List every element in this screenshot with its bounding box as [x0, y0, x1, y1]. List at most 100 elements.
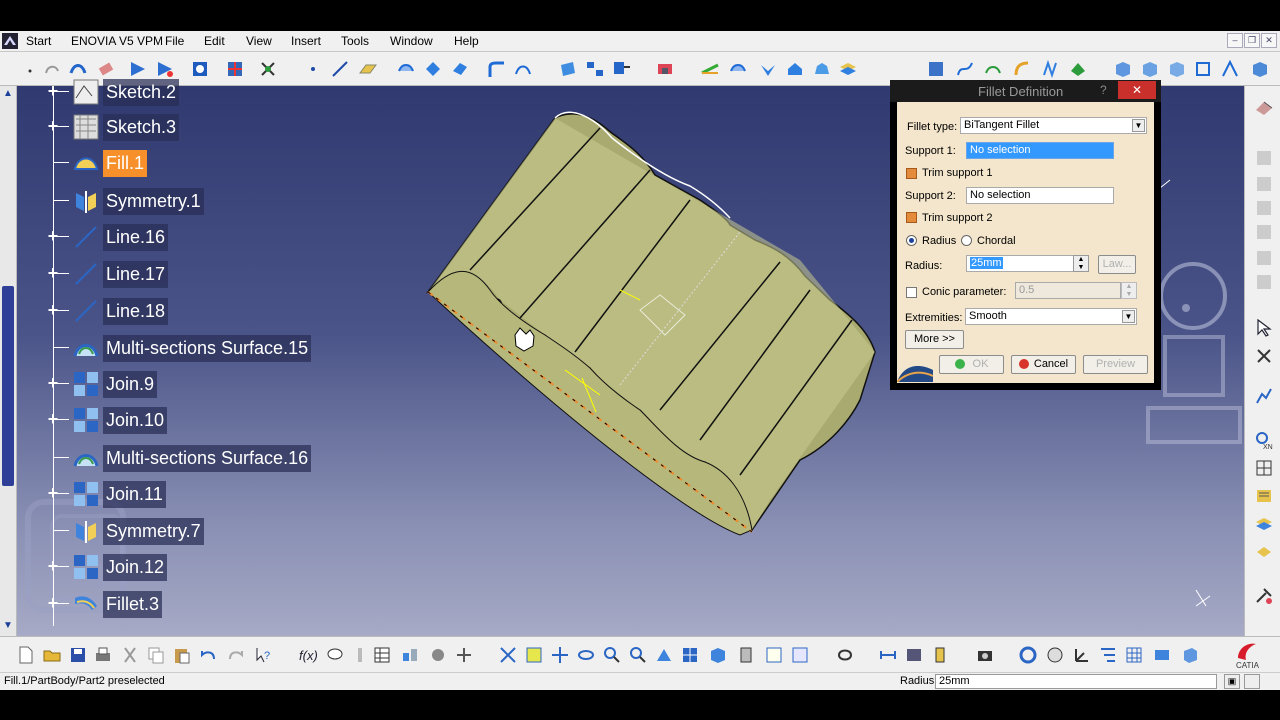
tree-item[interactable]: Multi-sections Surface.15 — [0, 334, 340, 362]
paste-icon[interactable] — [172, 645, 192, 665]
tree-item-label[interactable]: Symmetry.7 — [103, 518, 204, 545]
measure-between-icon[interactable] — [878, 645, 898, 665]
close-window-icon[interactable]: ✕ — [1261, 33, 1277, 48]
preview-button[interactable]: Preview — [1083, 355, 1148, 374]
pan-axis-icon[interactable] — [498, 645, 518, 665]
tree-item-label[interactable]: Line.18 — [103, 298, 169, 325]
sketcher-icon[interactable] — [190, 59, 210, 79]
corner-icon[interactable] — [513, 59, 533, 79]
part-design-icon[interactable] — [1254, 98, 1274, 118]
trim-support1-checkbox[interactable] — [906, 168, 917, 179]
expand-plus-icon[interactable]: + — [46, 264, 60, 282]
dialog-close-button[interactable]: ✕ — [1118, 81, 1156, 99]
fillet-type-select[interactable]: BiTangent Fillet ▼ — [960, 117, 1147, 134]
scroll-down-arrow-icon[interactable]: ▼ — [3, 620, 13, 631]
tree-item[interactable]: + Line.18 — [0, 297, 320, 325]
tree-item-label[interactable]: Sketch.2 — [103, 79, 180, 106]
instantiate-icon[interactable] — [428, 645, 448, 665]
layers-icon[interactable] — [838, 59, 858, 79]
tree-item[interactable]: + Join.11 — [0, 480, 320, 508]
menu-insert[interactable]: Insert — [291, 34, 321, 48]
iso-view-icon[interactable] — [708, 645, 728, 665]
knowledge-icon[interactable] — [454, 645, 474, 665]
join-tool-icon[interactable] — [585, 59, 605, 79]
more-button[interactable]: More >> — [905, 330, 964, 349]
measure-icon[interactable] — [655, 59, 675, 79]
help-icon[interactable]: ? — [1100, 83, 1107, 97]
cut-icon[interactable] — [120, 645, 140, 665]
expand-plus-icon[interactable]: + — [46, 557, 60, 575]
expand-plus-icon[interactable]: + — [46, 594, 60, 612]
law-button[interactable]: Law... — [1098, 255, 1136, 274]
rotate-view-icon[interactable] — [576, 645, 596, 665]
tree-item-label[interactable]: Multi-sections Surface.16 — [103, 445, 312, 472]
hide-show-icon[interactable] — [764, 645, 784, 665]
tree-item[interactable]: + Join.12 — [0, 553, 320, 581]
symmetry-tool-icon[interactable] — [758, 59, 778, 79]
snap2-icon[interactable] — [155, 59, 175, 79]
menu-tools[interactable]: Tools — [341, 34, 369, 48]
menu-enovia[interactable]: ENOVIA V5 VPM — [71, 34, 163, 48]
affinity-icon[interactable] — [812, 59, 832, 79]
undo-curve-icon[interactable] — [20, 59, 40, 79]
tree-item-label[interactable]: Fillet.3 — [103, 591, 163, 618]
tree-item-label[interactable]: Fill.1 — [103, 150, 148, 177]
cut-selection-icon[interactable] — [1254, 346, 1274, 366]
select-arrow-icon[interactable] — [1254, 318, 1274, 338]
chevron-down-icon[interactable]: ▼ — [1122, 310, 1135, 323]
shading-icon[interactable] — [736, 645, 756, 665]
expand-plus-icon[interactable]: + — [46, 484, 60, 502]
swap-visible-icon[interactable] — [790, 645, 810, 665]
expand-plus-icon[interactable]: + — [46, 410, 60, 428]
translate-icon[interactable] — [700, 59, 720, 79]
eraser-icon[interactable] — [96, 59, 116, 79]
conic-parameter-input[interactable]: 0.5 — [1015, 282, 1121, 299]
expand-plus-icon[interactable]: + — [46, 301, 60, 319]
line-tool-icon[interactable] — [330, 59, 350, 79]
capture-icon[interactable] — [975, 645, 995, 665]
sections-icon[interactable] — [400, 645, 420, 665]
ghost-tool4-icon[interactable] — [1254, 222, 1274, 242]
tree-item[interactable]: + Join.10 — [0, 406, 320, 434]
tree-expand-icon[interactable] — [1098, 645, 1118, 665]
grid-snap-icon[interactable] — [1124, 645, 1144, 665]
whats-this-icon[interactable]: ? — [254, 645, 274, 665]
tree-icon[interactable] — [926, 59, 946, 79]
menu-edit[interactable]: Edit — [204, 34, 225, 48]
status-input-icon[interactable]: ▣ — [1224, 674, 1240, 689]
helix-icon[interactable] — [1040, 59, 1060, 79]
stack-icon[interactable] — [1254, 514, 1274, 534]
status-extra-icon[interactable] — [1244, 674, 1260, 689]
tree-item-label[interactable]: Join.12 — [103, 554, 168, 581]
spin-icon[interactable] — [1018, 645, 1038, 665]
boundary-icon[interactable] — [558, 59, 578, 79]
tree-item-label[interactable]: Join.11 — [103, 481, 166, 508]
conic-parameter-checkbox[interactable] — [906, 287, 917, 298]
redo-curve-icon[interactable] — [42, 59, 62, 79]
scaling-icon[interactable] — [785, 59, 805, 79]
ghost-tool5-icon[interactable] — [1254, 248, 1274, 268]
support2-field[interactable]: No selection — [966, 187, 1114, 204]
fit-icon[interactable] — [524, 645, 544, 665]
point-icon[interactable] — [305, 59, 325, 79]
tree-item[interactable]: Multi-sections Surface.16 — [0, 444, 340, 472]
expand-plus-icon[interactable]: + — [46, 374, 60, 392]
surface-tool-icon[interactable] — [1068, 59, 1088, 79]
ghost-tool6-icon[interactable] — [1254, 272, 1274, 292]
view-normal-icon[interactable] — [1250, 59, 1270, 79]
multi-view-icon[interactable] — [680, 645, 700, 665]
formula-icon[interactable]: f(x) — [298, 645, 318, 665]
dialog-titlebar[interactable]: Fillet Definition ? ✕ — [890, 80, 1161, 102]
plane-icon[interactable] — [358, 59, 378, 79]
print-icon[interactable] — [93, 645, 113, 665]
copy-icon[interactable] — [146, 645, 166, 665]
spline-icon[interactable] — [955, 59, 975, 79]
menu-help[interactable]: Help — [454, 34, 479, 48]
save-icon[interactable] — [68, 645, 88, 665]
inertia-icon[interactable] — [930, 645, 950, 665]
minimize-icon[interactable]: – — [1227, 33, 1243, 48]
menu-view[interactable]: View — [246, 34, 272, 48]
view-front-icon[interactable] — [1140, 59, 1160, 79]
update-icon[interactable] — [835, 645, 855, 665]
tree-item[interactable]: + Line.17 — [0, 260, 320, 288]
